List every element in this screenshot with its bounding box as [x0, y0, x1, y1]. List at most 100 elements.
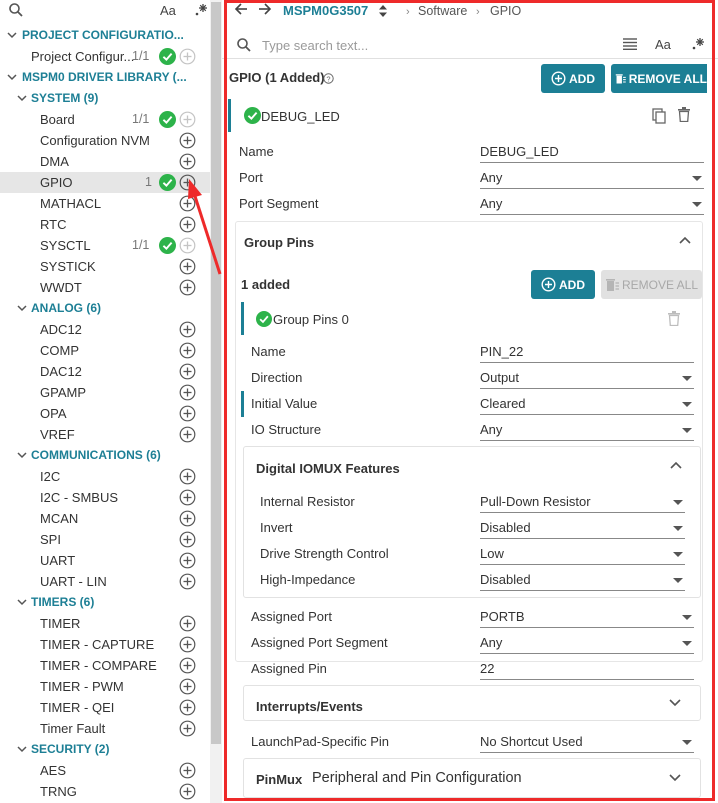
- search-icon[interactable]: [8, 2, 24, 18]
- add-circle-icon[interactable]: [179, 699, 196, 716]
- tree-item[interactable]: GPAMP: [0, 382, 210, 403]
- launchpad-select[interactable]: No Shortcut Used: [480, 731, 694, 753]
- add-circle-icon[interactable]: [179, 762, 196, 779]
- chevron-down-icon[interactable]: [7, 72, 17, 82]
- tree-item[interactable]: ADC12: [0, 319, 210, 340]
- breadcrumb-gpio[interactable]: GPIO: [490, 3, 521, 19]
- field-input[interactable]: 22: [480, 658, 694, 680]
- chevron-down-icon[interactable]: [17, 93, 27, 103]
- field-select[interactable]: PORTB: [480, 606, 694, 628]
- tree-item[interactable]: DMA: [0, 151, 210, 172]
- tree-section-header[interactable]: SECURITY (2): [0, 739, 210, 760]
- tree-item[interactable]: Configuration NVM: [0, 130, 210, 151]
- delete-icon[interactable]: [678, 107, 690, 122]
- group-pins-title[interactable]: Group Pins: [244, 235, 314, 251]
- group-pins-add-button[interactable]: ADD: [531, 270, 595, 299]
- add-circle-icon[interactable]: [179, 573, 196, 590]
- add-circle-icon[interactable]: [179, 363, 196, 380]
- tree-section-header[interactable]: TIMERS (6): [0, 592, 210, 613]
- add-circle-icon[interactable]: [179, 216, 196, 233]
- tree-section-header[interactable]: ANALOG (6): [0, 298, 210, 319]
- tree-item[interactable]: TIMER - COMPARE: [0, 655, 210, 676]
- chevron-down-icon[interactable]: [7, 30, 17, 40]
- gpio-remove-all-button[interactable]: REMOVE ALL: [611, 64, 707, 93]
- tree-section-header[interactable]: PROJECT CONFIGURATIO...: [0, 25, 210, 46]
- add-circle-icon[interactable]: [179, 153, 196, 170]
- forward-arrow-icon[interactable]: [258, 2, 272, 16]
- tree-section-header[interactable]: COMMUNICATIONS (6): [0, 445, 210, 466]
- add-circle-icon[interactable]: [179, 636, 196, 653]
- match-case-icon[interactable]: Aa: [655, 37, 671, 52]
- chevron-down-icon[interactable]: [17, 450, 27, 460]
- tree-item[interactable]: UART - LIN: [0, 571, 210, 592]
- chevron-down-icon[interactable]: [17, 597, 27, 607]
- tree-item[interactable]: TRNG: [0, 781, 210, 802]
- add-circle-icon[interactable]: [179, 426, 196, 443]
- tree-item[interactable]: TIMER - PWM: [0, 676, 210, 697]
- add-circle-icon[interactable]: [179, 510, 196, 527]
- sparkle-filter-icon[interactable]: [194, 2, 208, 18]
- add-circle-icon[interactable]: [179, 48, 196, 65]
- tree-item[interactable]: GPIO 1: [0, 172, 210, 193]
- field-select[interactable]: Pull-Down Resistor: [480, 491, 685, 513]
- chevron-down-icon[interactable]: [17, 303, 27, 313]
- tree-item[interactable]: MCAN: [0, 508, 210, 529]
- add-circle-icon[interactable]: [179, 195, 196, 212]
- tree-item[interactable]: SPI: [0, 529, 210, 550]
- field-select[interactable]: Disabled: [480, 569, 685, 591]
- add-circle-icon[interactable]: [179, 720, 196, 737]
- breadcrumb-device[interactable]: MSPM0G3507: [283, 3, 368, 19]
- delete-icon[interactable]: [668, 311, 680, 326]
- tree-item[interactable]: TIMER - CAPTURE: [0, 634, 210, 655]
- add-circle-icon[interactable]: [179, 489, 196, 506]
- tree-item[interactable]: I2C - SMBUS: [0, 487, 210, 508]
- iomux-title[interactable]: Digital IOMUX Features: [256, 461, 400, 477]
- add-circle-icon[interactable]: [179, 342, 196, 359]
- add-circle-icon[interactable]: [179, 279, 196, 296]
- add-circle-icon[interactable]: [179, 678, 196, 695]
- tree-item[interactable]: Board 1/1: [0, 109, 210, 130]
- field-input[interactable]: PIN_22: [480, 341, 694, 363]
- sparkle-filter-icon[interactable]: [691, 36, 705, 52]
- chevron-up-icon[interactable]: [670, 461, 682, 469]
- field-select[interactable]: Any: [480, 419, 694, 441]
- field-select[interactable]: Any: [480, 632, 694, 654]
- copy-icon[interactable]: [652, 108, 666, 124]
- interrupts-title[interactable]: Interrupts/Events: [256, 699, 363, 715]
- add-circle-icon[interactable]: [179, 552, 196, 569]
- add-circle-icon[interactable]: [179, 615, 196, 632]
- field-select[interactable]: Output: [480, 367, 694, 389]
- search-input[interactable]: [262, 36, 602, 54]
- list-view-icon[interactable]: [623, 38, 637, 50]
- add-circle-icon[interactable]: [179, 321, 196, 338]
- help-icon[interactable]: ?: [323, 73, 334, 84]
- field-input[interactable]: DEBUG_LED: [480, 141, 704, 163]
- pin-group-name[interactable]: Group Pins 0: [273, 312, 349, 328]
- tree-item[interactable]: COMP: [0, 340, 210, 361]
- add-circle-icon[interactable]: [179, 657, 196, 674]
- tree-item[interactable]: UART: [0, 550, 210, 571]
- tree-item[interactable]: AES: [0, 760, 210, 781]
- tree-item[interactable]: VREF: [0, 424, 210, 445]
- chevron-up-icon[interactable]: [679, 236, 691, 244]
- tree-item[interactable]: MATHACL: [0, 193, 210, 214]
- tree-item[interactable]: OPA: [0, 403, 210, 424]
- chevron-down-icon[interactable]: [669, 774, 681, 782]
- tree-item[interactable]: WWDT: [0, 277, 210, 298]
- tree-item[interactable]: TIMER: [0, 613, 210, 634]
- tree-item[interactable]: DAC12: [0, 361, 210, 382]
- tree-item[interactable]: TIMER - QEI: [0, 697, 210, 718]
- back-arrow-icon[interactable]: [234, 2, 248, 16]
- tree-section-header[interactable]: MSPM0 DRIVER LIBRARY (...: [0, 67, 210, 88]
- match-case-icon[interactable]: Aa: [160, 3, 176, 18]
- add-circle-icon[interactable]: [179, 384, 196, 401]
- device-switch-icon[interactable]: [378, 4, 388, 18]
- pinmux-title[interactable]: PinMux: [256, 772, 302, 788]
- group-pins-remove-all-button[interactable]: REMOVE ALL: [601, 270, 702, 299]
- add-circle-icon[interactable]: [179, 783, 196, 800]
- add-circle-icon[interactable]: [179, 174, 196, 191]
- tree-item[interactable]: SYSCTL 1/1: [0, 235, 210, 256]
- chevron-down-icon[interactable]: [17, 744, 27, 754]
- add-circle-icon[interactable]: [179, 468, 196, 485]
- add-circle-icon[interactable]: [179, 258, 196, 275]
